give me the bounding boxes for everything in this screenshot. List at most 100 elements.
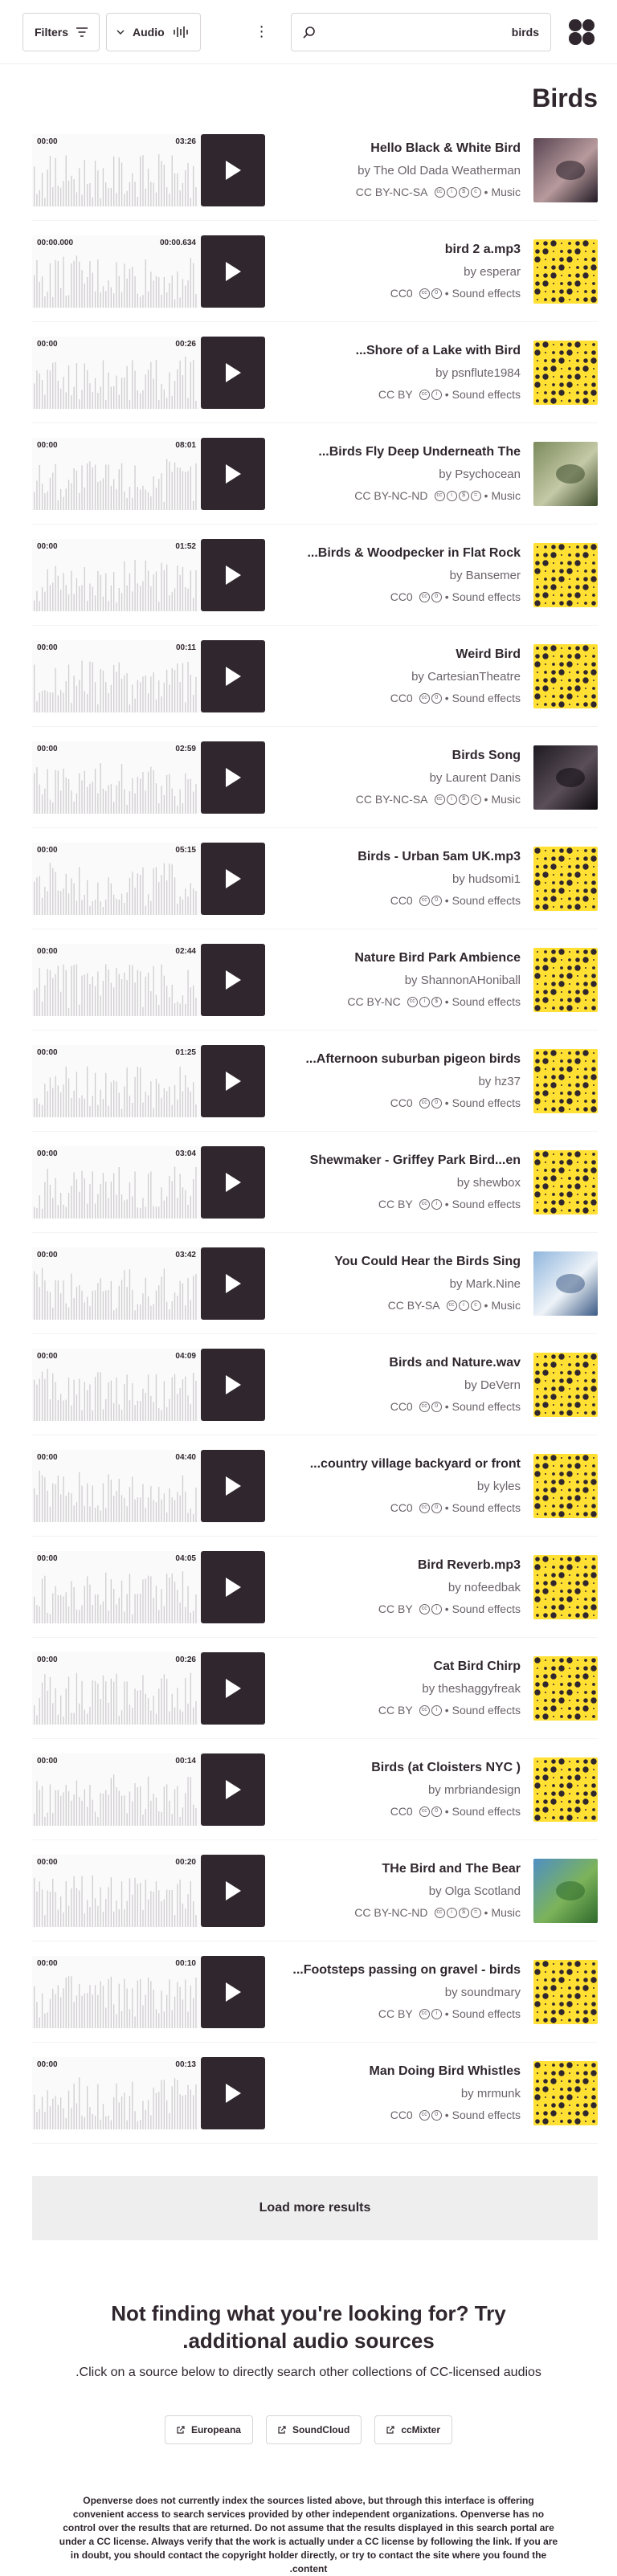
waveform[interactable]: 00:00 03:42 (32, 1247, 201, 1320)
play-button[interactable] (201, 235, 265, 308)
meta-separator: • (444, 388, 449, 401)
audio-result-row[interactable]: 00:00 03:42 You Could Hear the Birds Sing b… (32, 1233, 598, 1334)
audio-result-row[interactable]: 00:00 00:26 Shore of a Lake with Bird... by… (32, 322, 598, 423)
search-input[interactable]: birds (290, 12, 551, 51)
license-label: CC0 (390, 287, 413, 300)
more-menu-icon[interactable]: ⋮ (252, 13, 272, 51)
audio-result-row[interactable]: 00:00 04:05 Bird Reverb.mp3 by nofeedbak CC … (32, 1537, 598, 1638)
audio-title[interactable]: THe Bird and The Bear (275, 1862, 521, 1876)
audio-result-row[interactable]: 00:00 00:11 Weird Bird by CartesianTheatre C… (32, 626, 598, 727)
play-button[interactable] (201, 1955, 265, 2028)
play-button[interactable] (201, 1854, 265, 1927)
audio-result-row[interactable]: 00:00 00:14 Birds (at Cloisters NYC ) by mr… (32, 1739, 598, 1840)
play-button[interactable] (201, 2056, 265, 2129)
audio-result-row[interactable]: 00:00 04:40 country village backyard or fr… (32, 1435, 598, 1537)
audio-title[interactable]: You Could Hear the Birds Sing (275, 1255, 521, 1269)
audio-title[interactable]: Birds - Urban 5am UK.mp3 (275, 850, 521, 864)
audio-result-row[interactable]: 00:00 00:26 Cat Bird Chirp by theshaggyfrea… (32, 1638, 598, 1739)
waveform[interactable]: 00:00 08:01 (32, 437, 201, 510)
waveform[interactable]: 00:00 00:26 (32, 1651, 201, 1725)
waveform[interactable]: 00:00 01:52 (32, 538, 201, 611)
audio-result-row[interactable]: 00:00 08:01 Birds Fly Deep Underneath The.… (32, 423, 598, 525)
waveform[interactable]: 00:00.000 00:00.634 (32, 235, 201, 308)
waveform[interactable]: 00:00 04:40 (32, 1449, 201, 1522)
play-button[interactable] (201, 1247, 265, 1320)
audio-title[interactable]: Shore of a Lake with Bird... (275, 344, 521, 358)
play-button[interactable] (201, 1145, 265, 1219)
audio-result-row[interactable]: 00:00 01:25 Afternoon suburban pigeon bird… (32, 1031, 598, 1132)
audio-title[interactable]: Bird Reverb.mp3 (275, 1558, 521, 1573)
audio-title[interactable]: Hello Black & White Bird (275, 141, 521, 156)
audio-info: Shore of a Lake with Bird... by psnflute1… (275, 344, 533, 401)
play-button[interactable] (201, 538, 265, 611)
openverse-logo[interactable] (569, 18, 595, 45)
audio-category: Music (491, 186, 521, 198)
play-button[interactable] (201, 336, 265, 409)
audio-title[interactable]: Man Doing Bird Whistles (275, 2064, 521, 2079)
play-button[interactable] (201, 1753, 265, 1826)
audio-title[interactable]: Cat Bird Chirp (275, 1659, 521, 1674)
waveform[interactable]: 00:00 00:14 (32, 1753, 201, 1826)
play-icon (226, 2083, 241, 2103)
meta-separator: • (484, 1299, 488, 1312)
audio-title[interactable]: Shewmaker - Griffey Park Bird...en (275, 1153, 521, 1168)
waveform[interactable]: 00:00 00:26 (32, 336, 201, 409)
audio-result-row[interactable]: 00:00 00:13 Man Doing Bird Whistles by mrmu… (32, 2043, 598, 2144)
audio-title[interactable]: Birds & Woodpecker in Flat Rock... (275, 546, 521, 561)
source-button-europeana[interactable]: Europeana (164, 2415, 253, 2444)
audio-result-row[interactable]: 00:00 03:26 Hello Black & White Bird by The… (32, 120, 598, 221)
play-button[interactable] (201, 1449, 265, 1522)
play-button[interactable] (201, 943, 265, 1016)
audio-title[interactable]: Birds (at Cloisters NYC ) (275, 1761, 521, 1775)
audio-result-row[interactable]: 00:00 02:44 Nature Bird Park Ambience by Sh… (32, 929, 598, 1031)
waveform[interactable]: 00:00 01:25 (32, 1044, 201, 1117)
waveform[interactable]: 00:00 05:15 (32, 842, 201, 915)
waveform[interactable]: 00:00 00:20 (32, 1854, 201, 1927)
audio-title[interactable]: Footsteps passing on gravel - birds... (275, 1963, 521, 1978)
audio-result-row[interactable]: 00:00 01:52 Birds & Woodpecker in Flat Roc… (32, 525, 598, 626)
play-button[interactable] (201, 741, 265, 814)
play-button[interactable] (201, 842, 265, 915)
audio-title[interactable]: Birds Fly Deep Underneath The... (275, 445, 521, 459)
play-button[interactable] (201, 639, 265, 712)
waveform[interactable]: 00:00 00:13 (32, 2056, 201, 2129)
source-button-soundcloud[interactable]: SoundCloud (265, 2415, 362, 2444)
play-button[interactable] (201, 1550, 265, 1623)
waveform[interactable]: 00:00 00:11 (32, 639, 201, 712)
play-button[interactable] (201, 1044, 265, 1117)
media-type-dropdown[interactable]: Audio (106, 12, 201, 51)
waveform[interactable]: 00:00 04:09 (32, 1348, 201, 1421)
cc-zero-icon: 0 (431, 288, 442, 299)
waveform[interactable]: 00:00 02:44 (32, 943, 201, 1016)
waveform[interactable]: 00:00 02:59 (32, 741, 201, 814)
search-icon[interactable] (303, 26, 316, 39)
filters-button[interactable]: Filters (22, 12, 100, 51)
audio-result-row[interactable]: 00:00.000 00:00.634 bird 2 a.mp3 by esperar… (32, 221, 598, 322)
waveform[interactable]: 00:00 04:05 (32, 1550, 201, 1623)
audio-result-row[interactable]: 00:00 03:04 Shewmaker - Griffey Park Bird.… (32, 1132, 598, 1233)
waveform[interactable]: 00:00 03:26 (32, 133, 201, 206)
load-more-button[interactable]: Load more results (32, 2176, 598, 2240)
audio-title[interactable]: Weird Bird (275, 647, 521, 662)
play-button[interactable] (201, 1348, 265, 1421)
play-button[interactable] (201, 133, 265, 206)
audio-result-row[interactable]: 00:00 04:09 Birds and Nature.wav by DeVern C… (32, 1334, 598, 1435)
audio-category: Sound effects (452, 388, 521, 401)
audio-result-row[interactable]: 00:00 00:20 THe Bird and The Bear by Olga S… (32, 1840, 598, 1941)
audio-title[interactable]: Birds Song (275, 749, 521, 763)
audio-title[interactable]: bird 2 a.mp3 (275, 243, 521, 257)
audio-title[interactable]: Afternoon suburban pigeon birds... (275, 1052, 521, 1067)
audio-title[interactable]: Birds and Nature.wav (275, 1356, 521, 1370)
source-button-ccmixter[interactable]: ccMixter (374, 2415, 453, 2444)
audio-result-row[interactable]: 00:00 05:15 Birds - Urban 5am UK.mp3 by hud… (32, 828, 598, 929)
waveform-bars (34, 255, 197, 308)
play-button[interactable] (201, 437, 265, 510)
play-button[interactable] (201, 1651, 265, 1725)
audio-title[interactable]: country village backyard or front... (275, 1457, 521, 1472)
waveform[interactable]: 00:00 00:10 (32, 1955, 201, 2028)
audio-meta: CC0 cc 0 • Sound effects (275, 590, 521, 603)
audio-result-row[interactable]: 00:00 02:59 Birds Song by Laurent Danis CC B… (32, 727, 598, 828)
audio-result-row[interactable]: 00:00 00:10 Footsteps passing on gravel - … (32, 1941, 598, 2043)
audio-title[interactable]: Nature Bird Park Ambience (275, 951, 521, 965)
waveform[interactable]: 00:00 03:04 (32, 1145, 201, 1219)
